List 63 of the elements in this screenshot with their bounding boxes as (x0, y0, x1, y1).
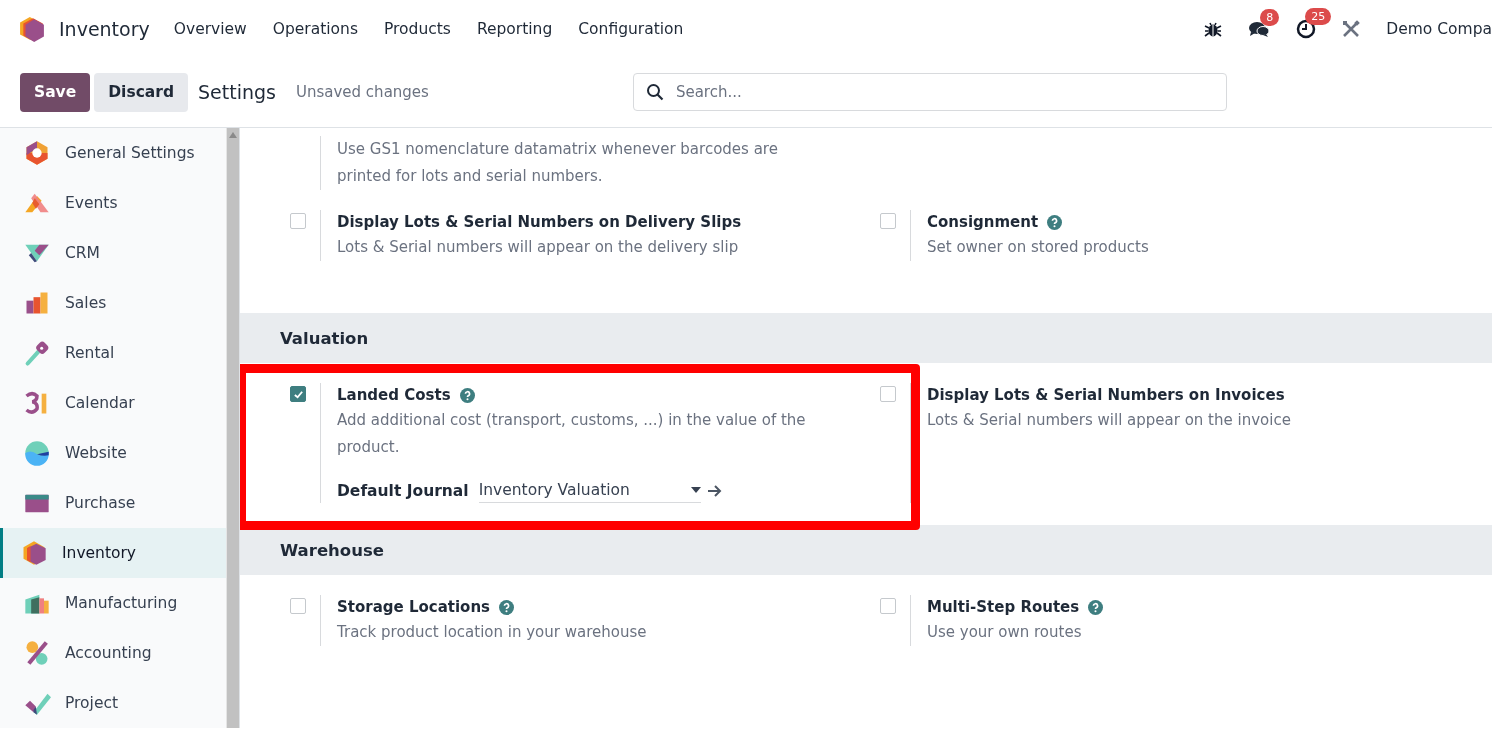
sidebar-item[interactable]: Events (0, 178, 226, 228)
menu-item[interactable]: Overview (173, 19, 247, 38)
company-name[interactable]: Demo Compa (1386, 19, 1492, 38)
app-name[interactable]: Inventory (59, 17, 150, 40)
setting-description: Use your own routes (927, 622, 1083, 643)
setting-title: Storage Locations (337, 597, 491, 618)
sidebar-item[interactable]: General Settings (0, 128, 226, 178)
key-icon (23, 339, 51, 367)
sidebar-item[interactable]: Calendar (0, 378, 226, 428)
sidebar-item[interactable]: Purchase (0, 478, 226, 528)
arrow-right-icon[interactable] (706, 484, 723, 498)
save-button[interactable]: Save (20, 72, 91, 112)
setting-title: Display Lots & Serial Numbers on Delivery Slips (337, 212, 742, 233)
setting-description: Add additional cost (transport, customs, ...) in the value of the product. (337, 410, 807, 458)
clock-icon[interactable] (1296, 18, 1317, 39)
sidebar-item[interactable]: Manufacturing (0, 578, 226, 628)
checkbox[interactable] (290, 598, 306, 614)
setting-description: Lots & Serial numbers will appear on the invoice (927, 410, 1292, 431)
search-bar[interactable]: Search... (632, 73, 1227, 111)
setting-description: Lots & Serial numbers will appear on the delivery slip (337, 237, 740, 258)
checkbox[interactable] (880, 598, 896, 614)
help-icon[interactable] (499, 599, 515, 615)
tools-icon[interactable] (1342, 19, 1361, 38)
section-header: Warehouse (240, 525, 1492, 575)
setting-title: Landed Costs (337, 385, 451, 406)
search-icon (645, 83, 664, 101)
setting-description: Use GS1 nomenclature datamatrix whenever barcodes are printed for lots and serial numbers. (337, 139, 779, 187)
field-label: Default Journal (337, 482, 469, 500)
sidebar-item[interactable]: CRM (0, 228, 226, 278)
globe-waves-icon (23, 439, 51, 467)
sidebar-item[interactable]: Website (0, 428, 226, 478)
notification-badge: 25 (1305, 7, 1332, 25)
checkbox[interactable] (880, 386, 896, 402)
menu-item[interactable]: Products (383, 19, 451, 38)
checkbox[interactable] (880, 213, 896, 229)
checkbox[interactable] (290, 386, 306, 402)
help-icon[interactable] (1088, 599, 1104, 615)
caret-icon (690, 487, 701, 493)
checkmark-icon (292, 388, 304, 400)
sidebar-item[interactable]: Rental (0, 328, 226, 378)
setting-description: Track product location in your warehouse (337, 622, 648, 643)
help-icon[interactable] (1047, 214, 1063, 230)
setting-title: Consignment (927, 212, 1039, 233)
setting-title: Multi-Step Routes (927, 597, 1080, 618)
discard-button[interactable]: Discard (94, 72, 189, 112)
help-icon[interactable] (459, 387, 475, 403)
status-text: Unsaved changes (296, 83, 429, 101)
setting-title: Display Lots & Serial Numbers on Invoices (927, 385, 1285, 406)
menu-item[interactable]: Configuration (578, 19, 684, 38)
sidebar-item[interactable]: Inventory (0, 528, 226, 578)
setting-description: Set owner on stored products (927, 237, 1150, 258)
app-logo-icon[interactable] (19, 15, 45, 42)
notification-badge: 8 (1260, 8, 1280, 26)
menu-item[interactable]: Operations (272, 19, 358, 38)
menu-item[interactable]: Reporting (476, 19, 553, 38)
section-header: Valuation (240, 313, 1492, 363)
journal-select[interactable]: Inventory Valuation (478, 479, 701, 503)
sidebar-item[interactable]: Project (0, 678, 226, 728)
search-field[interactable]: Search... (673, 82, 1214, 102)
sidebar-item[interactable]: Sales (0, 278, 226, 328)
breadcrumb: Settings (198, 81, 276, 103)
checkbox[interactable] (290, 213, 306, 229)
sidebar-item[interactable]: Accounting (0, 628, 226, 678)
